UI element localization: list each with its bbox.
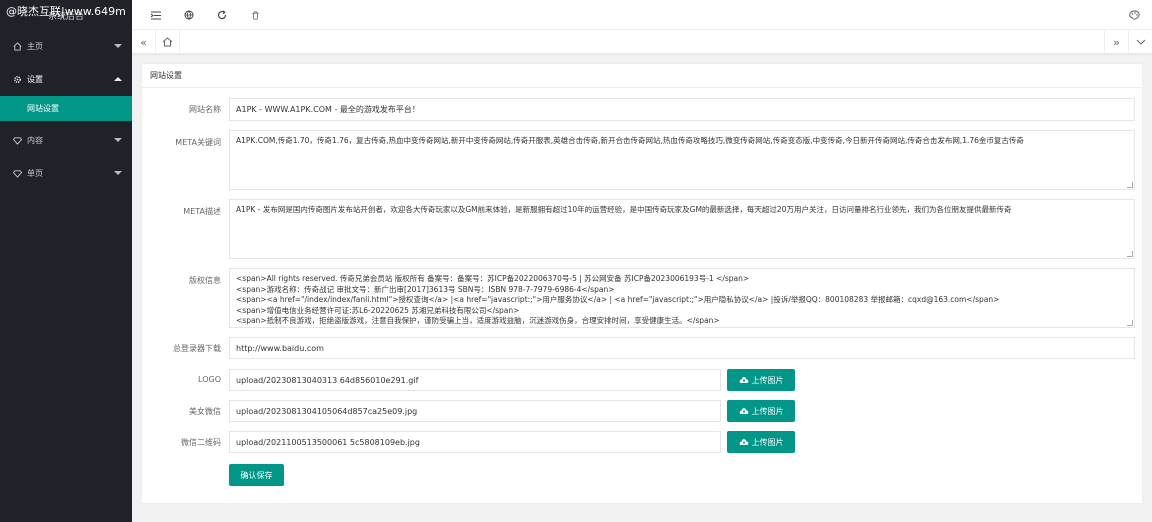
theme-icon[interactable]: [1127, 8, 1141, 22]
sidebar-item-label: 设置: [27, 75, 43, 84]
chevron-up-icon: [114, 77, 122, 81]
meta-keywords-label: META关键词: [175, 138, 221, 147]
sidebar-item-label: 单页: [27, 169, 43, 178]
menu-toggle-icon[interactable]: [149, 8, 163, 22]
beauty-wechat-label: 美女微信: [189, 407, 221, 416]
beauty-wechat-input[interactable]: upload/2023081304105064d857ca25e09.jpg: [229, 400, 721, 422]
logo-label: LOGO: [198, 375, 221, 384]
site-name-input[interactable]: A1PK - WWW.A1PK.COM - 最全的游戏发布平台！: [229, 98, 1135, 121]
copyright-line: <span>抵制不良游戏，拒绝盗版游戏，注意自我保护，谨防受骗上当，适度游戏益脑…: [236, 316, 720, 325]
cloud-upload-icon: [739, 377, 748, 383]
meta-desc-textarea[interactable]: A1PK - 发布网是国内传奇图片发布站开创者，欢迎各大传奇玩家以及GM前来体验…: [229, 199, 1135, 259]
sidebar: 系统后台 @晓杰互联|www.649m 主页 设置 网站设置 内容 单页: [0, 0, 132, 522]
sidebar-item-pages[interactable]: 单页: [0, 157, 132, 190]
resize-handle-icon[interactable]: [1127, 251, 1133, 257]
logo-area: 系统后台 @晓杰互联|www.649m: [0, 0, 132, 30]
sidebar-nav: 主页 设置 网站设置 内容 单页: [0, 30, 132, 190]
tabs-menu-chevron-icon[interactable]: [1128, 30, 1152, 54]
meta-keywords-textarea[interactable]: A1PK.COM,传奇1.70，传奇1.76，复古传奇,热血中变传奇网站,新开中…: [229, 130, 1135, 190]
trash-icon[interactable]: [248, 8, 262, 22]
diamond-icon: [12, 136, 22, 145]
chevron-down-icon: [114, 44, 122, 48]
tabs-bar: « »: [132, 30, 1152, 54]
refresh-icon[interactable]: [215, 8, 229, 22]
copyright-line: <span>增值电信业务经营许可证:苏L6-20220625 苏湘兄弟科技有限公…: [236, 305, 520, 315]
sidebar-item-settings[interactable]: 设置: [0, 63, 132, 96]
resize-handle-icon[interactable]: [1127, 182, 1133, 188]
sidebar-subitem-site-settings[interactable]: 网站设置: [0, 96, 132, 121]
upload-button-label: 上传图片: [751, 375, 784, 385]
tabs-next-icon[interactable]: »: [1104, 30, 1128, 54]
home-icon: [12, 42, 22, 51]
copyright-line: <span>All rights reserved. 传奇兄弟会员站 版权所有 …: [236, 274, 750, 283]
upload-wechat-qr-button[interactable]: 上传图片: [727, 431, 795, 453]
top-header: [132, 0, 1152, 30]
resize-handle-icon[interactable]: [1127, 320, 1133, 326]
upload-button-label: 上传图片: [751, 406, 784, 416]
copyright-line: <span>游戏名称：传奇战记 审批文号：新广出审[2017]3613号 SBN…: [236, 284, 615, 294]
upload-logo-button[interactable]: 上传图片: [727, 369, 795, 391]
sidebar-subitem-label: 网站设置: [27, 104, 59, 113]
wechat-qr-input[interactable]: upload/2021100513500061 5c5808109eb.jpg: [229, 431, 721, 453]
logo-input[interactable]: upload/20230813040313 64d856010e291.gif: [229, 369, 721, 391]
wechat-qr-label: 微信二维码: [181, 438, 221, 447]
tabs-prev-icon[interactable]: «: [132, 30, 156, 54]
copyright-textarea[interactable]: <span>All rights reserved. 传奇兄弟会员站 版权所有 …: [229, 268, 1135, 328]
cloud-upload-icon: [739, 439, 748, 445]
sidebar-item-label: 主页: [27, 42, 43, 51]
diamond-icon: [12, 169, 22, 178]
meta-desc-label: META描述: [183, 207, 221, 216]
watermark: @晓杰互联|www.649m: [6, 5, 126, 18]
gear-icon: [12, 75, 22, 84]
download-input[interactable]: http://www.baidu.com: [229, 337, 1135, 359]
panel-title: 网站设置: [142, 64, 1142, 88]
upload-beauty-wechat-button[interactable]: 上传图片: [727, 400, 795, 422]
cloud-upload-icon: [739, 408, 748, 414]
meta-desc-text: A1PK - 发布网是国内传奇图片发布站开创者，欢迎各大传奇玩家以及GM前来体验…: [236, 205, 1012, 214]
download-label: 总登录器下载: [173, 344, 221, 353]
site-name-label: 网站名称: [189, 105, 221, 114]
tab-home-icon[interactable]: [156, 30, 180, 54]
meta-keywords-text: A1PK.COM,传奇1.70，传奇1.76，复古传奇,热血中变传奇网站,新开中…: [236, 136, 1024, 145]
copyright-label: 版权信息: [189, 276, 221, 285]
sidebar-item-label: 内容: [27, 136, 43, 145]
chevron-down-icon: [114, 171, 122, 175]
globe-icon[interactable]: [182, 8, 196, 22]
upload-button-label: 上传图片: [751, 437, 784, 447]
copyright-line: <span><a href="/index/index/fanli.html">…: [236, 295, 1000, 304]
save-button[interactable]: 确认保存: [229, 464, 284, 486]
chevron-down-icon: [114, 138, 122, 142]
sidebar-item-content[interactable]: 内容: [0, 124, 132, 157]
settings-panel: 网站设置 网站名称 A1PK - WWW.A1PK.COM - 最全的游戏发布平…: [141, 63, 1143, 504]
sidebar-item-home[interactable]: 主页: [0, 30, 132, 63]
